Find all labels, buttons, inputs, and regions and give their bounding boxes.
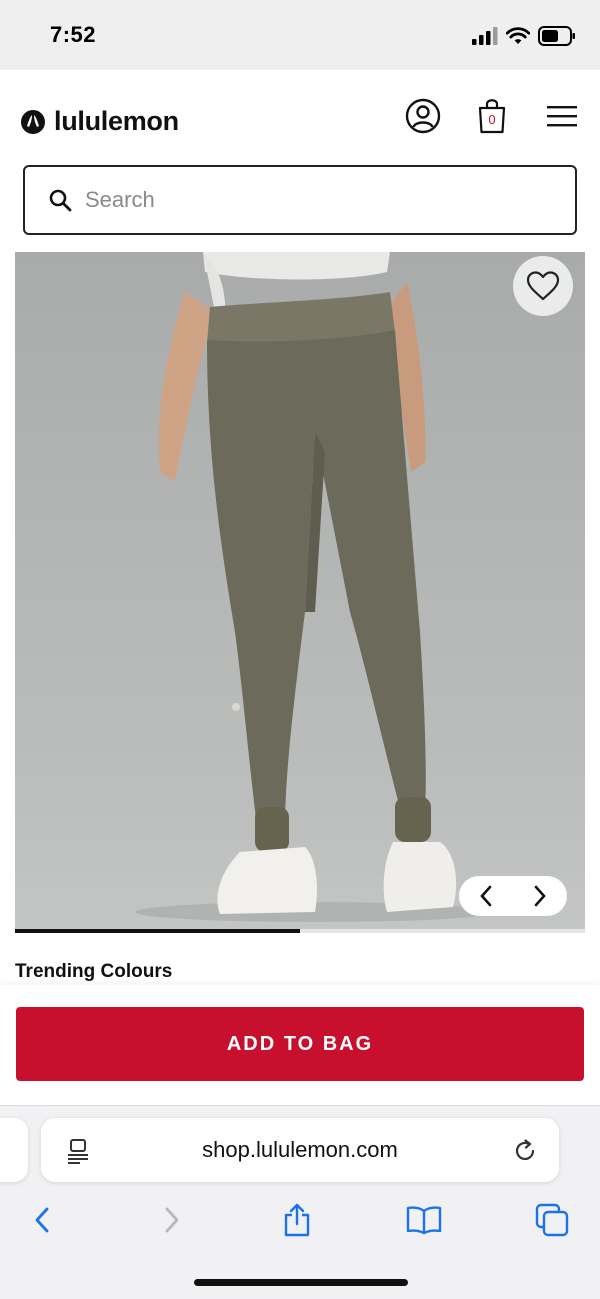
carousel-next-button[interactable]	[520, 876, 560, 916]
address-bar[interactable]: shop.lululemon.com	[41, 1118, 559, 1182]
carousel-prev-button[interactable]	[466, 876, 506, 916]
home-indicator	[194, 1279, 408, 1286]
product-image[interactable]	[15, 252, 585, 932]
bookmarks-icon	[406, 1206, 442, 1235]
menu-button[interactable]	[542, 96, 582, 136]
url-text: shop.lululemon.com	[202, 1137, 398, 1162]
carousel-nav	[459, 876, 567, 916]
site-header: lululemon 0	[0, 70, 600, 166]
account-icon	[405, 98, 441, 134]
forward-icon	[165, 1207, 179, 1233]
heart-icon	[526, 271, 560, 301]
account-button[interactable]	[403, 96, 443, 136]
favorite-button[interactable]	[513, 256, 573, 316]
share-button[interactable]	[275, 1198, 319, 1242]
shopping-bag-button[interactable]: 0	[472, 96, 512, 136]
back-icon	[35, 1207, 49, 1233]
brand-logo[interactable]: lululemon	[20, 106, 179, 137]
reload-icon[interactable]	[511, 1137, 539, 1165]
bag-count: 0	[488, 112, 496, 127]
carousel-progress-fill	[15, 929, 300, 933]
product-photo	[135, 252, 495, 922]
tabs-icon	[535, 1203, 569, 1237]
trending-colours-heading: Trending Colours	[15, 961, 173, 982]
status-icons	[472, 26, 576, 46]
cellular-signal-icon	[472, 27, 498, 45]
add-to-bag-bar: ADD TO BAG	[0, 985, 600, 1105]
search-box[interactable]	[23, 165, 577, 235]
back-button[interactable]	[20, 1198, 64, 1242]
menu-icon	[547, 106, 577, 127]
chevron-left-icon	[480, 885, 492, 907]
search-input[interactable]	[85, 187, 545, 213]
share-icon	[284, 1203, 310, 1237]
lululemon-logo-icon	[21, 109, 45, 134]
status-bar: 7:52	[0, 0, 600, 70]
carousel-progress	[15, 929, 585, 933]
bookmarks-button[interactable]	[402, 1198, 446, 1242]
add-to-bag-button[interactable]: ADD TO BAG	[16, 1007, 584, 1081]
chevron-right-icon	[534, 885, 546, 907]
tabs-button[interactable]	[530, 1198, 574, 1242]
wifi-icon	[506, 27, 530, 44]
battery-icon	[538, 26, 575, 46]
brand-name: lululemon	[54, 106, 179, 136]
browser-nav-toolbar	[0, 1198, 600, 1248]
browser-toolbar: shop.lululemon.com	[0, 1105, 600, 1299]
previous-tab-preview[interactable]	[0, 1118, 28, 1182]
status-time: 7:52	[50, 22, 97, 47]
forward-button[interactable]	[150, 1198, 194, 1242]
search-icon	[47, 187, 73, 213]
